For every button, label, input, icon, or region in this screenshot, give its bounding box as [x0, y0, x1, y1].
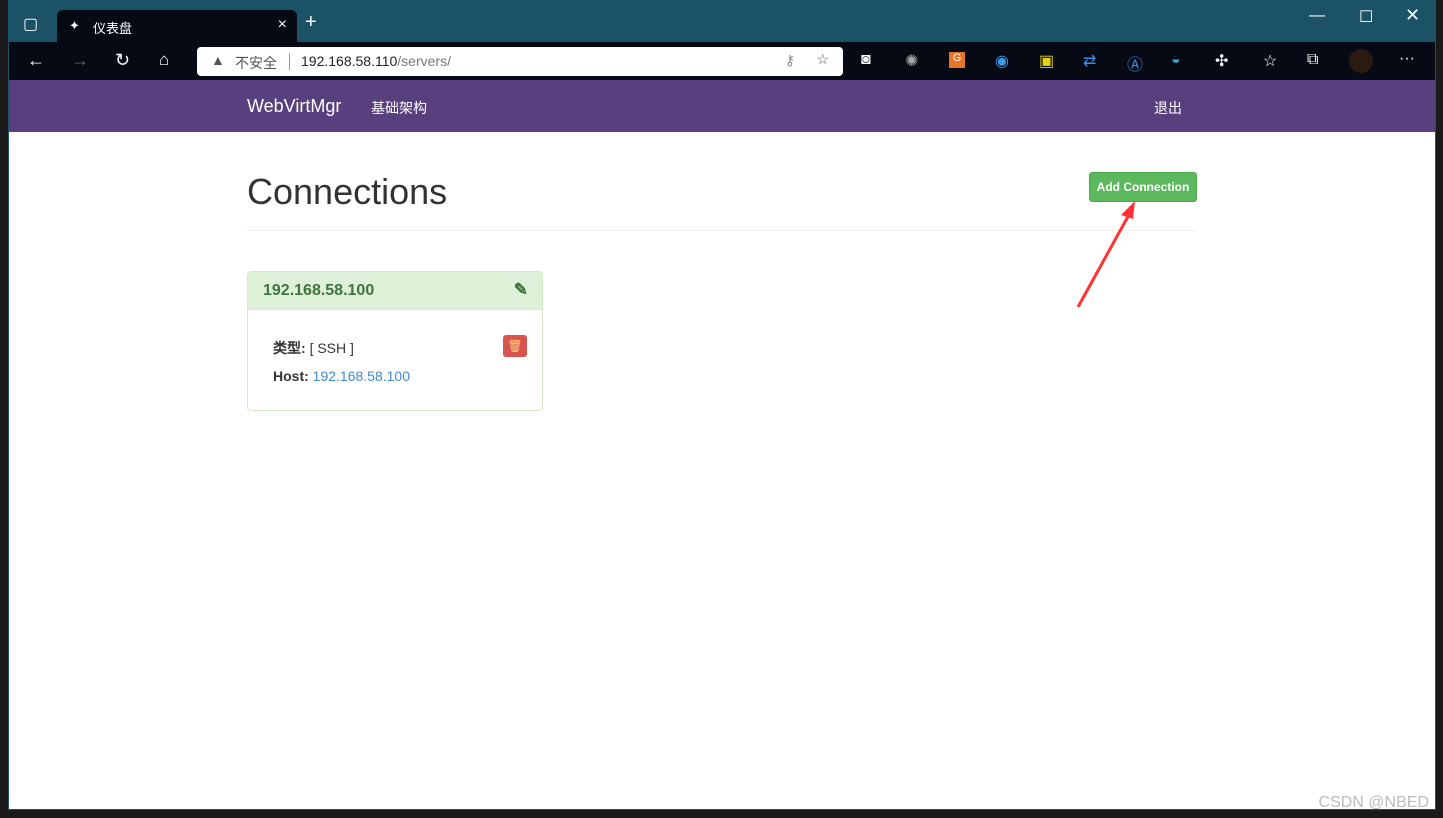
annotation-arrow	[1076, 201, 1135, 308]
watermark: CSDN @NBED	[1318, 794, 1429, 811]
browser-window: ▢ ✦ 仪表盘 × + — ☐ ✕ ← → ↻ ⌂ ▲ 不安全 192.168.…	[8, 0, 1436, 810]
